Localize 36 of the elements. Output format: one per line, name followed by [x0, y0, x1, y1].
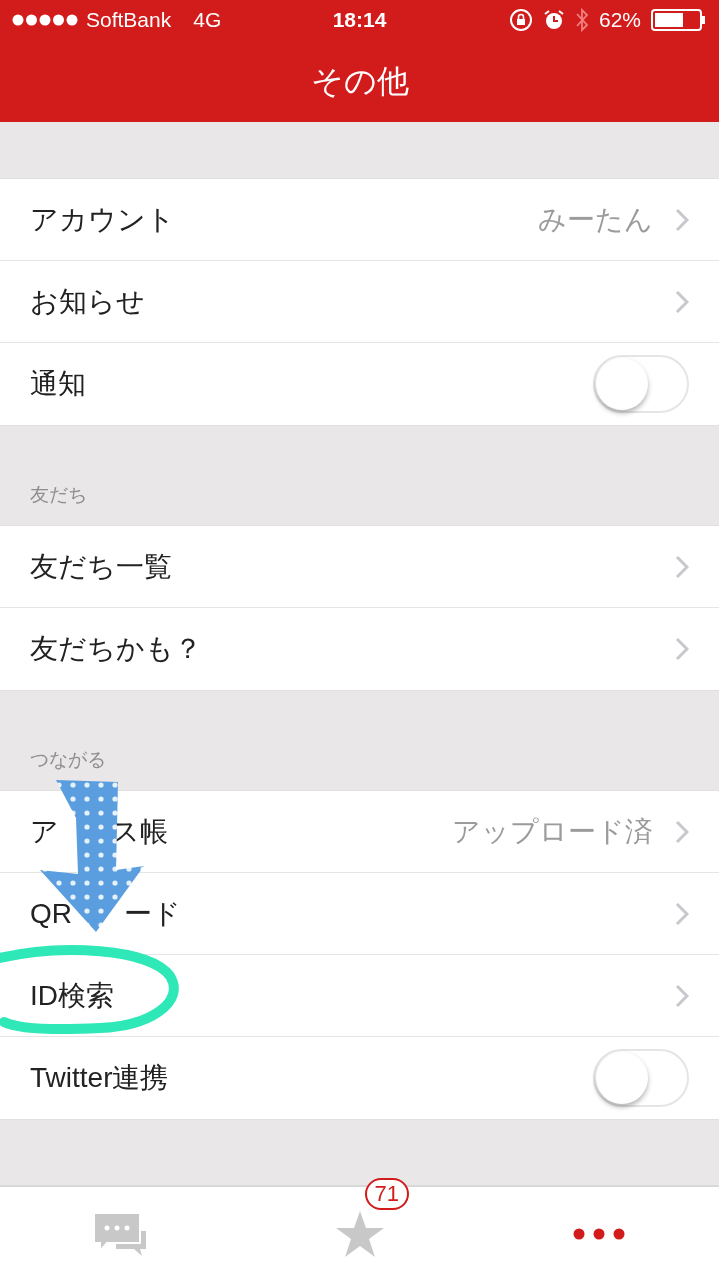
row-label: ア — [30, 814, 59, 849]
row-label: ID検索 — [30, 978, 114, 1013]
row-label: ード — [124, 896, 181, 931]
row-value: アップロード済 — [452, 814, 653, 849]
battery-percent: 62% — [598, 7, 641, 34]
screen-title: その他 — [310, 62, 409, 101]
rotation-lock-icon — [508, 8, 533, 32]
row-label: お知らせ — [30, 284, 145, 319]
section-header: 友だち — [30, 482, 87, 507]
row-label: 友だちかも？ — [30, 632, 202, 666]
row-label: QR — [30, 896, 72, 931]
status-time: 18:14 — [332, 7, 387, 34]
signal-icon — [12, 14, 78, 26]
more-icon[interactable] — [573, 1227, 626, 1240]
chevron-icon — [675, 207, 689, 232]
chevron-icon — [675, 983, 689, 1008]
chevron-icon — [675, 901, 689, 926]
alarm-clock-icon — [542, 9, 565, 31]
chevron-icon — [675, 289, 689, 314]
row-value: みーたん — [538, 202, 653, 237]
row-label: Twitter連携 — [30, 1061, 169, 1095]
section-header: つながる — [30, 747, 106, 772]
row-label: 通知 — [30, 367, 86, 401]
star-icon[interactable] — [334, 1209, 385, 1258]
count-badge: 71 — [364, 1177, 409, 1210]
chevron-icon — [675, 637, 689, 661]
chevron-icon — [675, 554, 689, 579]
bluetooth-icon — [574, 7, 589, 33]
carrier-name: SoftBank — [86, 7, 172, 34]
row-label: 友だち一覧 — [30, 549, 172, 584]
chevron-icon — [675, 819, 689, 844]
row-label: アカウント — [30, 202, 175, 237]
toggle-switch[interactable] — [593, 355, 689, 413]
battery-icon — [651, 9, 707, 31]
network-type: 4G — [193, 7, 222, 34]
toggle-switch[interactable] — [593, 1049, 689, 1107]
